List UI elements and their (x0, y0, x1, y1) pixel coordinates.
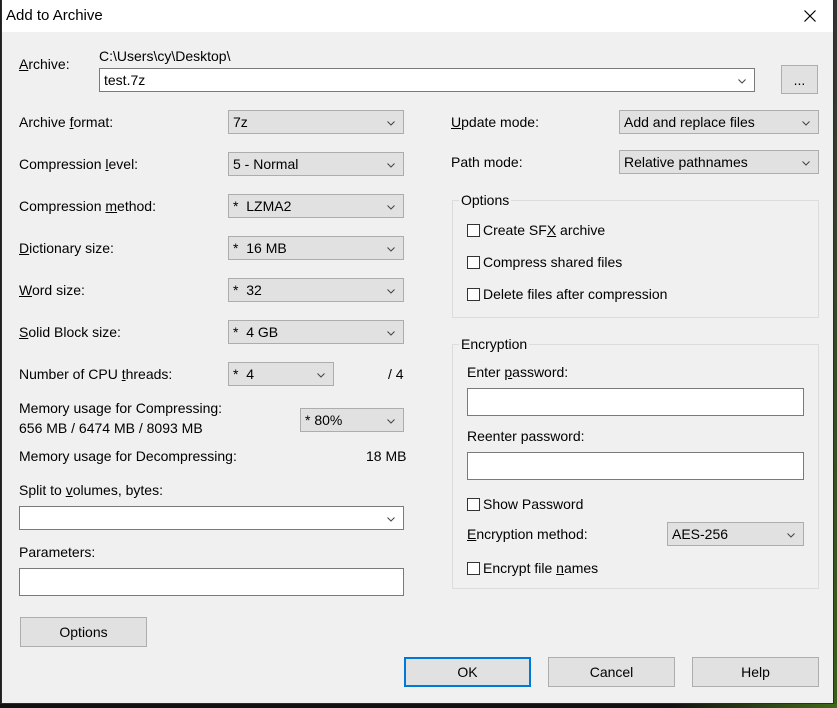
dictionary-size-value: * 16 MB (233, 240, 287, 256)
reenter-password-label: Reenter password: (467, 428, 585, 444)
archive-format-label: Archive format: (19, 114, 114, 130)
memory-usage-select[interactable]: * 80% (300, 408, 404, 432)
chevron-down-icon (787, 533, 795, 538)
compression-method-label: Compression method: (19, 198, 156, 214)
compression-method-select[interactable]: * LZMA2 (228, 194, 404, 218)
archive-name-combo[interactable]: test.7z (99, 68, 755, 92)
memory-compress-label: Memory usage for Compressing: (19, 400, 223, 416)
cpu-threads-max: / 4 (388, 366, 404, 382)
reenter-password-input[interactable] (467, 452, 804, 480)
encryption-method-select[interactable]: AES-256 (667, 522, 804, 546)
chevron-down-icon (387, 205, 395, 210)
chevron-down-icon (738, 79, 746, 84)
compress-shared-files-checkbox[interactable]: Compress shared files (467, 254, 622, 270)
update-mode-value: Add and replace files (624, 114, 755, 130)
options-group-title: Options (459, 192, 512, 208)
archive-name-value: test.7z (104, 72, 146, 88)
word-size-select[interactable]: * 32 (228, 278, 404, 302)
add-to-archive-dialog: Add to Archive Archive: C:\Users\cy\Desk… (1, 0, 834, 704)
help-button[interactable]: Help (692, 657, 819, 687)
cpu-threads-select[interactable]: * 4 (228, 362, 334, 386)
memory-decompress-label: Memory usage for Decompressing: (19, 448, 237, 464)
parameters-label: Parameters: (19, 544, 96, 560)
chevron-down-icon (387, 163, 395, 168)
enter-password-label: Enter password: (467, 364, 569, 380)
dictionary-size-label: Dictionary size: (19, 240, 114, 256)
split-volumes-combo[interactable] (19, 506, 404, 530)
encrypt-file-names-checkbox[interactable]: Encrypt file names (467, 560, 598, 576)
checkbox-box[interactable] (467, 497, 480, 511)
dictionary-size-select[interactable]: * 16 MB (228, 236, 404, 260)
cancel-button[interactable]: Cancel (548, 657, 675, 687)
update-mode-label: Update mode: (451, 114, 539, 130)
chevron-down-icon (802, 161, 810, 166)
archive-label: Archive: (19, 56, 70, 72)
close-button[interactable] (787, 0, 833, 32)
compress-shared-files-label: Compress shared files (483, 254, 623, 270)
options-button[interactable]: Options (20, 617, 147, 647)
encrypt-file-names-label: Encrypt file names (483, 560, 599, 576)
title-bar: Add to Archive (2, 0, 833, 32)
chevron-down-icon (387, 247, 395, 252)
solid-block-size-value: * 4 GB (233, 324, 279, 340)
compression-level-label: Compression level: (19, 156, 139, 172)
split-volumes-label: Split to volumes, bytes: (19, 482, 163, 498)
chevron-down-icon (802, 121, 810, 126)
memory-usage-value: * 80% (305, 412, 343, 428)
cpu-threads-value: * 4 (233, 366, 255, 382)
browse-button[interactable]: ... (781, 65, 818, 94)
delete-after-compression-checkbox[interactable]: Delete files after compression (467, 286, 667, 302)
compression-level-value: 5 - Normal (233, 156, 299, 172)
compression-method-value: * LZMA2 (233, 198, 292, 214)
chevron-down-icon (387, 121, 395, 126)
path-mode-label: Path mode: (451, 154, 523, 170)
checkbox-box[interactable] (467, 561, 480, 575)
chevron-down-icon (387, 419, 395, 424)
delete-after-compression-label: Delete files after compression (483, 286, 668, 302)
checkbox-box[interactable] (467, 255, 480, 269)
desktop-background-bottom (0, 704, 837, 708)
checkbox-box[interactable] (467, 287, 480, 301)
solid-block-size-label: Solid Block size: (19, 324, 121, 340)
path-mode-select[interactable]: Relative pathnames (619, 150, 819, 174)
create-sfx-label: Create SFX archive (483, 222, 606, 238)
window-title: Add to Archive (6, 7, 103, 24)
word-size-label: Word size: (19, 282, 85, 298)
encryption-group-title: Encryption (459, 336, 530, 352)
archive-format-select[interactable]: 7z (228, 110, 404, 134)
chevron-down-icon (387, 289, 395, 294)
compression-level-select[interactable]: 5 - Normal (228, 152, 404, 176)
show-password-label: Show Password (483, 496, 584, 512)
word-size-value: * 32 (233, 282, 262, 298)
archive-format-value: 7z (233, 114, 248, 130)
encryption-method-value: AES-256 (672, 526, 729, 542)
cpu-threads-label: Number of CPU threads: (19, 366, 173, 382)
archive-path: C:\Users\cy\Desktop\ (99, 48, 231, 64)
checkbox-box[interactable] (467, 223, 480, 237)
show-password-checkbox[interactable]: Show Password (467, 496, 583, 512)
encryption-method-label: Encryption method: (467, 526, 588, 542)
update-mode-select[interactable]: Add and replace files (619, 110, 819, 134)
chevron-down-icon (387, 517, 395, 522)
memory-compress-detail: 656 MB / 6474 MB / 8093 MB (19, 420, 203, 436)
path-mode-value: Relative pathnames (624, 154, 748, 170)
memory-decompress-value: 18 MB (366, 448, 407, 464)
ok-button[interactable]: OK (404, 657, 531, 687)
chevron-down-icon (317, 373, 325, 378)
solid-block-size-select[interactable]: * 4 GB (228, 320, 404, 344)
create-sfx-checkbox[interactable]: Create SFX archive (467, 222, 605, 238)
chevron-down-icon (387, 331, 395, 336)
parameters-input[interactable] (19, 568, 404, 596)
enter-password-input[interactable] (467, 388, 804, 416)
close-icon (804, 10, 816, 22)
